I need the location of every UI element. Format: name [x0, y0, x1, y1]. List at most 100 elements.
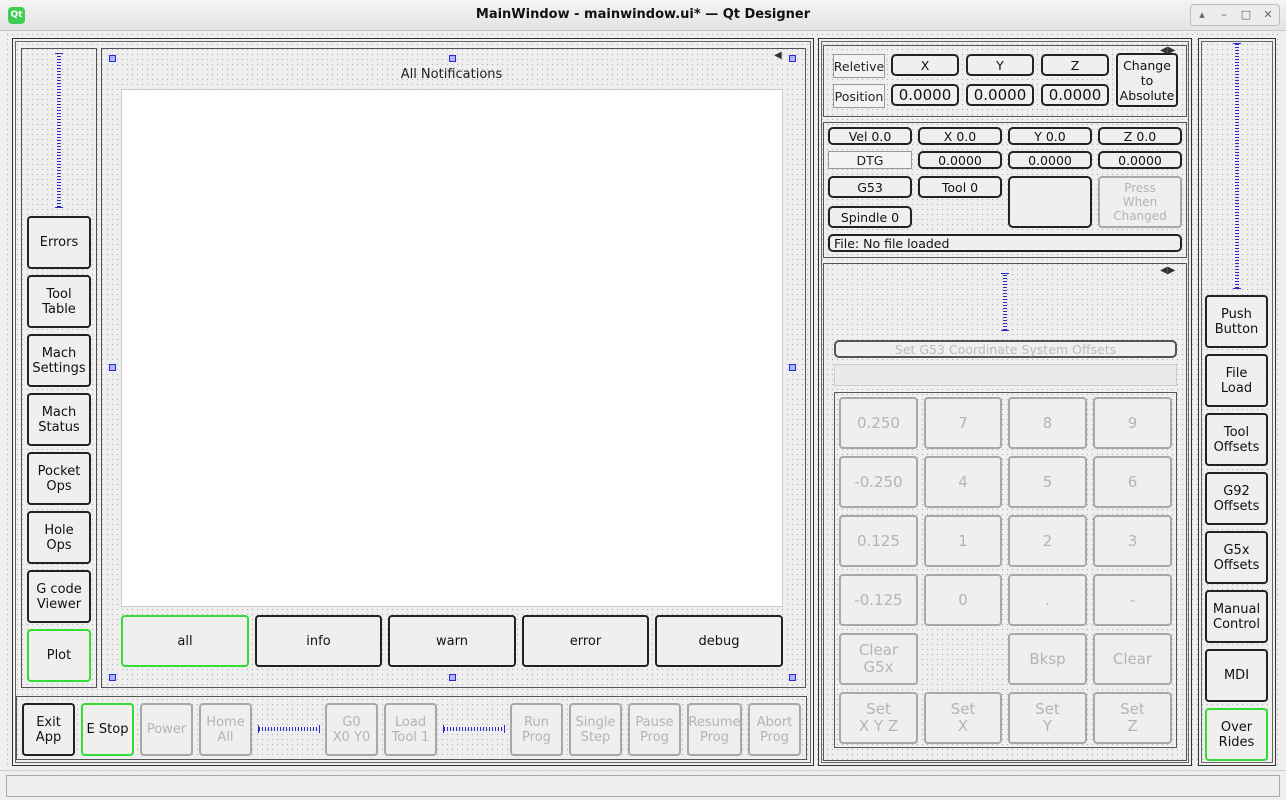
keypad-3[interactable]: 3	[1093, 515, 1172, 567]
close-icon[interactable]: ✕	[1257, 5, 1279, 25]
mdi-button[interactable]: MDI	[1205, 649, 1268, 702]
keypad-minus-0250[interactable]: -0.250	[839, 456, 918, 508]
selection-handle[interactable]	[789, 674, 796, 681]
position-label: Position	[833, 84, 885, 108]
relative-mode-label: Reletive	[833, 54, 885, 78]
file-load-button[interactable]: File Load	[1205, 354, 1268, 407]
offsets-vertical-spacer	[1001, 273, 1009, 331]
exit-app-button[interactable]: Exit App	[22, 703, 75, 756]
window-title: MainWindow - mainwindow.ui* — Qt Designe…	[475, 7, 811, 22]
errors-button[interactable]: Errors	[27, 216, 91, 269]
offsets-input-field[interactable]	[834, 364, 1177, 386]
abort-prog-button[interactable]: Abort Prog	[748, 703, 801, 756]
change-to-absolute-button[interactable]: Change to Absolute	[1116, 53, 1178, 107]
tab-scroll-left-icon[interactable]: ◀	[774, 50, 782, 61]
keypad-minus-0125[interactable]: -0.125	[839, 574, 918, 626]
home-all-button[interactable]: Home All	[199, 703, 252, 756]
tool-table-button[interactable]: Tool Table	[27, 275, 91, 328]
notifications-list[interactable]	[121, 89, 783, 607]
keypad-plus-0250[interactable]: 0.250	[839, 397, 918, 449]
single-step-button[interactable]: Single Step	[569, 703, 622, 756]
z-axis-label: Z	[1041, 54, 1109, 76]
keypad-decimal[interactable]: .	[1008, 574, 1087, 626]
dtg-x-value: 0.0000	[918, 151, 1002, 169]
g0-x0y0-button[interactable]: G0 X0 Y0	[325, 703, 378, 756]
keypad-6[interactable]: 6	[1093, 456, 1172, 508]
resume-prog-button[interactable]: Resume Prog	[687, 703, 742, 756]
manual-control-button[interactable]: Manual Control	[1205, 590, 1268, 643]
press-when-changed-button[interactable]: Press When Changed	[1098, 176, 1182, 228]
power-button[interactable]: Power	[140, 703, 193, 756]
clear-g5x-button[interactable]: Clear G5x	[839, 633, 918, 685]
selection-handle[interactable]	[449, 674, 456, 681]
filter-all-button[interactable]: all	[121, 615, 249, 667]
filter-debug-button[interactable]: debug	[655, 615, 783, 667]
y-axis-label: Y	[966, 54, 1034, 76]
filter-info-button[interactable]: info	[255, 615, 382, 667]
set-y-button[interactable]: Set Y	[1008, 692, 1087, 744]
selection-handle[interactable]	[789, 55, 796, 62]
dtg-z-value: 0.0000	[1098, 151, 1182, 169]
maximize-icon[interactable]: □	[1235, 5, 1257, 25]
x-status-label: X 0.0	[918, 127, 1002, 145]
keypad-9[interactable]: 9	[1093, 397, 1172, 449]
file-label: File: No file loaded	[828, 234, 1182, 252]
blank-status-button[interactable]	[1008, 176, 1092, 228]
bottom-horizontal-spacer	[443, 725, 505, 733]
keypad-8[interactable]: 8	[1008, 397, 1087, 449]
set-x-button[interactable]: Set X	[924, 692, 1002, 744]
z-position-value: 0.0000	[1041, 84, 1109, 106]
hole-ops-button[interactable]: Hole Ops	[27, 511, 91, 564]
left-vertical-spacer	[55, 53, 63, 208]
filter-error-button[interactable]: error	[522, 615, 649, 667]
keypad-minus[interactable]: -	[1093, 574, 1172, 626]
run-prog-button[interactable]: Run Prog	[510, 703, 563, 756]
gcode-viewer-button[interactable]: G code Viewer	[27, 570, 91, 623]
selection-handle[interactable]	[109, 55, 116, 62]
x-axis-label: X	[891, 54, 959, 76]
window-controls: ▴ – □ ✕	[1190, 4, 1280, 26]
pocket-ops-button[interactable]: Pocket Ops	[27, 452, 91, 505]
filter-warn-button[interactable]: warn	[388, 615, 516, 667]
status-bar-field	[6, 775, 1280, 797]
right-vertical-spacer	[1233, 43, 1241, 289]
tool-offsets-button[interactable]: Tool Offsets	[1205, 413, 1268, 466]
z-status-label: Z 0.0	[1098, 127, 1182, 145]
keypad-plus-0125[interactable]: 0.125	[839, 515, 918, 567]
selection-handle[interactable]	[449, 55, 456, 62]
selection-handle[interactable]	[109, 674, 116, 681]
g5x-offsets-button[interactable]: G5x Offsets	[1205, 531, 1268, 584]
pause-prog-button[interactable]: Pause Prog	[628, 703, 681, 756]
mach-status-button[interactable]: Mach Status	[27, 393, 91, 446]
clear-button[interactable]: Clear	[1093, 633, 1172, 685]
offsets-tab-arrows-icon[interactable]: ◀▶	[1160, 265, 1175, 276]
dtg-label: DTG	[828, 151, 912, 169]
keypad-0[interactable]: 0	[924, 574, 1002, 626]
keypad-7[interactable]: 7	[924, 397, 1002, 449]
keypad-2[interactable]: 2	[1008, 515, 1087, 567]
y-position-value: 0.0000	[966, 84, 1034, 106]
keypad-4[interactable]: 4	[924, 456, 1002, 508]
selection-handle[interactable]	[109, 364, 116, 371]
offsets-title-label: Set G53 Coordinate System Offsets	[834, 340, 1177, 358]
velocity-label: Vel 0.0	[828, 127, 912, 145]
g92-offsets-button[interactable]: G92 Offsets	[1205, 472, 1268, 525]
y-status-label: Y 0.0	[1008, 127, 1092, 145]
keypad-5[interactable]: 5	[1008, 456, 1087, 508]
set-z-button[interactable]: Set Z	[1093, 692, 1172, 744]
minimize-icon[interactable]: –	[1213, 5, 1235, 25]
plot-button[interactable]: Plot	[27, 629, 91, 682]
mach-settings-button[interactable]: Mach Settings	[27, 334, 91, 387]
overrides-button[interactable]: Over Rides	[1205, 708, 1268, 761]
selection-handle[interactable]	[789, 364, 796, 371]
load-tool-1-button[interactable]: Load Tool 1	[384, 703, 437, 756]
spindle-label: Spindle 0	[828, 206, 912, 228]
keypad-1[interactable]: 1	[924, 515, 1002, 567]
g53-label: G53	[828, 176, 912, 198]
backspace-button[interactable]: Bksp	[1008, 633, 1087, 685]
estop-button[interactable]: E Stop	[81, 703, 134, 756]
dtg-y-value: 0.0000	[1008, 151, 1092, 169]
shade-icon[interactable]: ▴	[1191, 5, 1213, 25]
push-button[interactable]: Push Button	[1205, 295, 1268, 348]
set-xyz-button[interactable]: Set X Y Z	[839, 692, 918, 744]
